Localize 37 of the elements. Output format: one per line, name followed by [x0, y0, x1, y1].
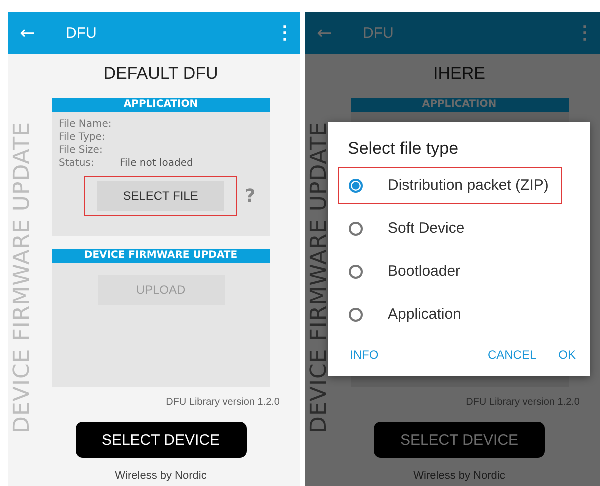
field-label: File Type: [59, 132, 106, 143]
radio-option[interactable]: Application [338, 296, 562, 333]
radio-option[interactable]: Soft Device [338, 210, 562, 247]
library-version: DFU Library version 1.2.0 [466, 397, 581, 408]
back-button[interactable]: ← [8, 22, 52, 44]
select-device-button[interactable]: SELECT DEVICE [76, 422, 246, 458]
select-file-button[interactable]: SELECT FILE [97, 181, 224, 211]
radio-option[interactable]: Bootloader [338, 253, 562, 290]
dialog-title: Select file type [348, 139, 460, 159]
radio-icon[interactable] [349, 264, 363, 278]
radio-option[interactable]: Distribution packet (ZIP) [338, 167, 562, 204]
field-label: Status: [59, 158, 96, 169]
menu-button[interactable]: ⋮ [570, 22, 600, 44]
panel-header: DEVICE FIRMWARE UPDATE [52, 249, 270, 263]
radio-icon[interactable] [349, 222, 363, 236]
field-label: File Name: [59, 119, 113, 130]
panel-header: APPLICATION [52, 98, 270, 112]
field-label: File Size: [59, 145, 104, 156]
radio-icon[interactable] [349, 308, 363, 322]
back-button[interactable]: ← [305, 22, 349, 44]
app-bar-title: DFU [363, 24, 395, 42]
side-label: DEVICE FIRMWARE UPDATE [306, 122, 332, 434]
dialog-button[interactable]: INFO [350, 348, 379, 362]
menu-button[interactable]: ⋮ [270, 22, 300, 44]
radio-icon[interactable] [349, 178, 363, 192]
field-value: File not loaded [120, 158, 194, 169]
heading: IHERE [434, 64, 486, 84]
select-device-button[interactable]: SELECT DEVICE [374, 422, 545, 458]
app-bar-title: DFU [66, 24, 98, 42]
dialog-button[interactable]: OK [558, 348, 576, 362]
footer-text: Wireless by Nordic [414, 470, 506, 482]
footer-text: Wireless by Nordic [115, 470, 207, 482]
heading: DEFAULT DFU [104, 64, 218, 84]
library-version: DFU Library version 1.2.0 [166, 397, 281, 408]
panel-header: APPLICATION [350, 98, 568, 112]
help-mark[interactable]: ? [245, 186, 256, 206]
dialog-button[interactable]: CANCEL [488, 348, 537, 362]
